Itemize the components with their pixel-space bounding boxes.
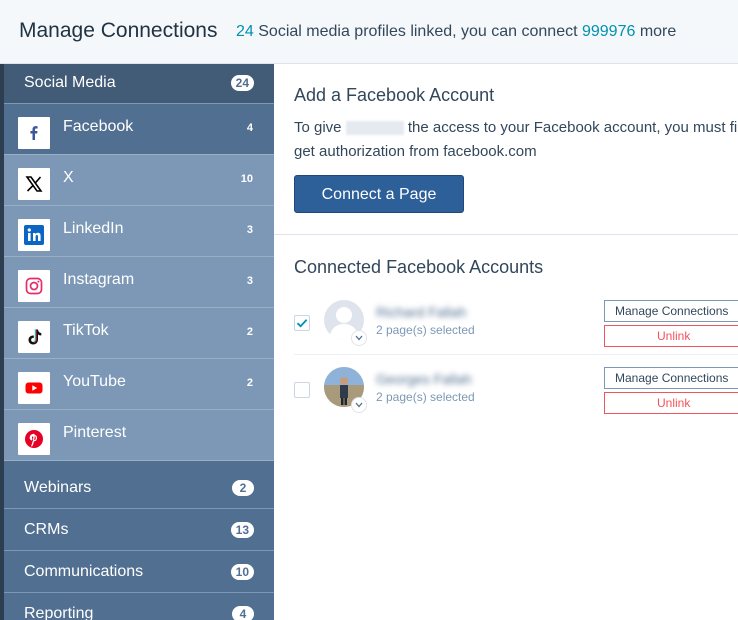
account-row: Georges Fallah 2 page(s) selected Manage… bbox=[294, 367, 738, 427]
connect-page-button[interactable]: Connect a Page bbox=[294, 175, 464, 213]
account-name: Richard Fallah bbox=[376, 304, 467, 320]
chevron-down-icon[interactable] bbox=[351, 397, 367, 413]
sidebar-item-label: Facebook bbox=[63, 118, 134, 135]
remaining-text: more bbox=[635, 23, 677, 40]
unlink-button[interactable]: Unlink bbox=[604, 325, 738, 347]
account-checkbox[interactable] bbox=[294, 315, 310, 331]
sidebar-category-reporting[interactable]: Reporting 4 bbox=[4, 595, 274, 620]
facebook-icon bbox=[18, 117, 50, 149]
pages-selected: 2 page(s) selected bbox=[376, 323, 475, 337]
add-account-description: To give the access to your Facebook acco… bbox=[294, 116, 738, 164]
tiktok-icon bbox=[18, 321, 50, 353]
sidebar-item-tiktok[interactable]: TikTok 2 bbox=[4, 308, 274, 359]
sidebar-item-facebook[interactable]: Facebook 4 bbox=[4, 104, 274, 155]
sidebar-item-label: YouTube bbox=[63, 373, 126, 390]
sidebar-item-youtube[interactable]: YouTube 2 bbox=[4, 359, 274, 410]
sidebar-category-webinars[interactable]: Webinars 2 bbox=[4, 469, 274, 509]
description-start: To give bbox=[294, 119, 346, 136]
manage-connections-button[interactable]: Manage Connections bbox=[604, 367, 738, 389]
category-label: Reporting bbox=[24, 605, 94, 620]
count-badge: 24 bbox=[230, 75, 254, 91]
manage-connections-button[interactable]: Manage Connections bbox=[604, 300, 738, 322]
sidebar-item-label: X bbox=[63, 169, 74, 186]
add-account-title: Add a Facebook Account bbox=[294, 85, 495, 105]
account-name: Georges Fallah bbox=[376, 371, 472, 387]
category-label: Communications bbox=[24, 563, 144, 580]
sidebar-item-pinterest[interactable]: Pinterest bbox=[4, 410, 274, 461]
chevron-down-icon[interactable] bbox=[351, 330, 367, 346]
count-badge: 13 bbox=[230, 522, 254, 538]
account-row: Richard Fallah 2 page(s) selected Manage… bbox=[294, 300, 738, 360]
unlink-button[interactable]: Unlink bbox=[604, 392, 738, 414]
sidebar-item-count: 3 bbox=[246, 224, 253, 236]
sidebar-item-count: 4 bbox=[246, 122, 253, 134]
sidebar: Social Media 24 Facebook 4 X 10 LinkedIn… bbox=[4, 64, 274, 620]
sidebar-item-label: Pinterest bbox=[63, 424, 127, 441]
sidebar-item-label: Instagram bbox=[63, 271, 135, 288]
sidebar-item-count: 2 bbox=[246, 377, 253, 389]
sidebar-category-communications[interactable]: Communications 10 bbox=[4, 553, 274, 593]
sidebar-category-social-media[interactable]: Social Media 24 bbox=[4, 64, 274, 104]
sidebar-item-count: 2 bbox=[246, 326, 253, 338]
redacted-name bbox=[345, 121, 404, 136]
account-checkbox[interactable] bbox=[294, 382, 310, 398]
category-label: Social Media bbox=[24, 74, 116, 91]
header: Manage Connections 24 Social media profi… bbox=[0, 0, 738, 64]
sidebar-category-crms[interactable]: CRMs 13 bbox=[4, 511, 274, 551]
pinterest-icon bbox=[18, 423, 50, 455]
sidebar-item-label: LinkedIn bbox=[63, 220, 124, 237]
instagram-icon bbox=[18, 270, 50, 302]
category-label: CRMs bbox=[24, 521, 69, 538]
page-title: Manage Connections bbox=[19, 19, 218, 42]
pages-selected: 2 page(s) selected bbox=[376, 390, 475, 404]
sidebar-item-count: 10 bbox=[240, 173, 253, 185]
count-badge: 10 bbox=[230, 564, 254, 580]
sidebar-item-instagram[interactable]: Instagram 3 bbox=[4, 257, 274, 308]
section-divider bbox=[274, 234, 738, 235]
linkedin-icon bbox=[18, 219, 50, 251]
connection-summary: 24 Social media profiles linked, you can… bbox=[236, 23, 676, 41]
linked-count: 24 bbox=[236, 23, 254, 40]
category-label: Webinars bbox=[24, 479, 92, 496]
youtube-icon bbox=[18, 372, 50, 404]
linked-text: Social media profiles linked, you can co… bbox=[253, 23, 582, 40]
main-panel: Add a Facebook Account To give the acces… bbox=[274, 64, 738, 620]
row-divider bbox=[294, 354, 738, 355]
count-badge: 4 bbox=[232, 606, 254, 620]
x-icon bbox=[18, 168, 50, 200]
sidebar-item-linkedin[interactable]: LinkedIn 3 bbox=[4, 206, 274, 257]
count-badge: 2 bbox=[232, 480, 254, 496]
sidebar-item-x[interactable]: X 10 bbox=[4, 155, 274, 206]
sidebar-item-count: 3 bbox=[246, 275, 253, 287]
sidebar-item-label: TikTok bbox=[63, 322, 109, 339]
connected-accounts-title: Connected Facebook Accounts bbox=[294, 257, 544, 277]
remaining-count: 999976 bbox=[581, 23, 636, 40]
